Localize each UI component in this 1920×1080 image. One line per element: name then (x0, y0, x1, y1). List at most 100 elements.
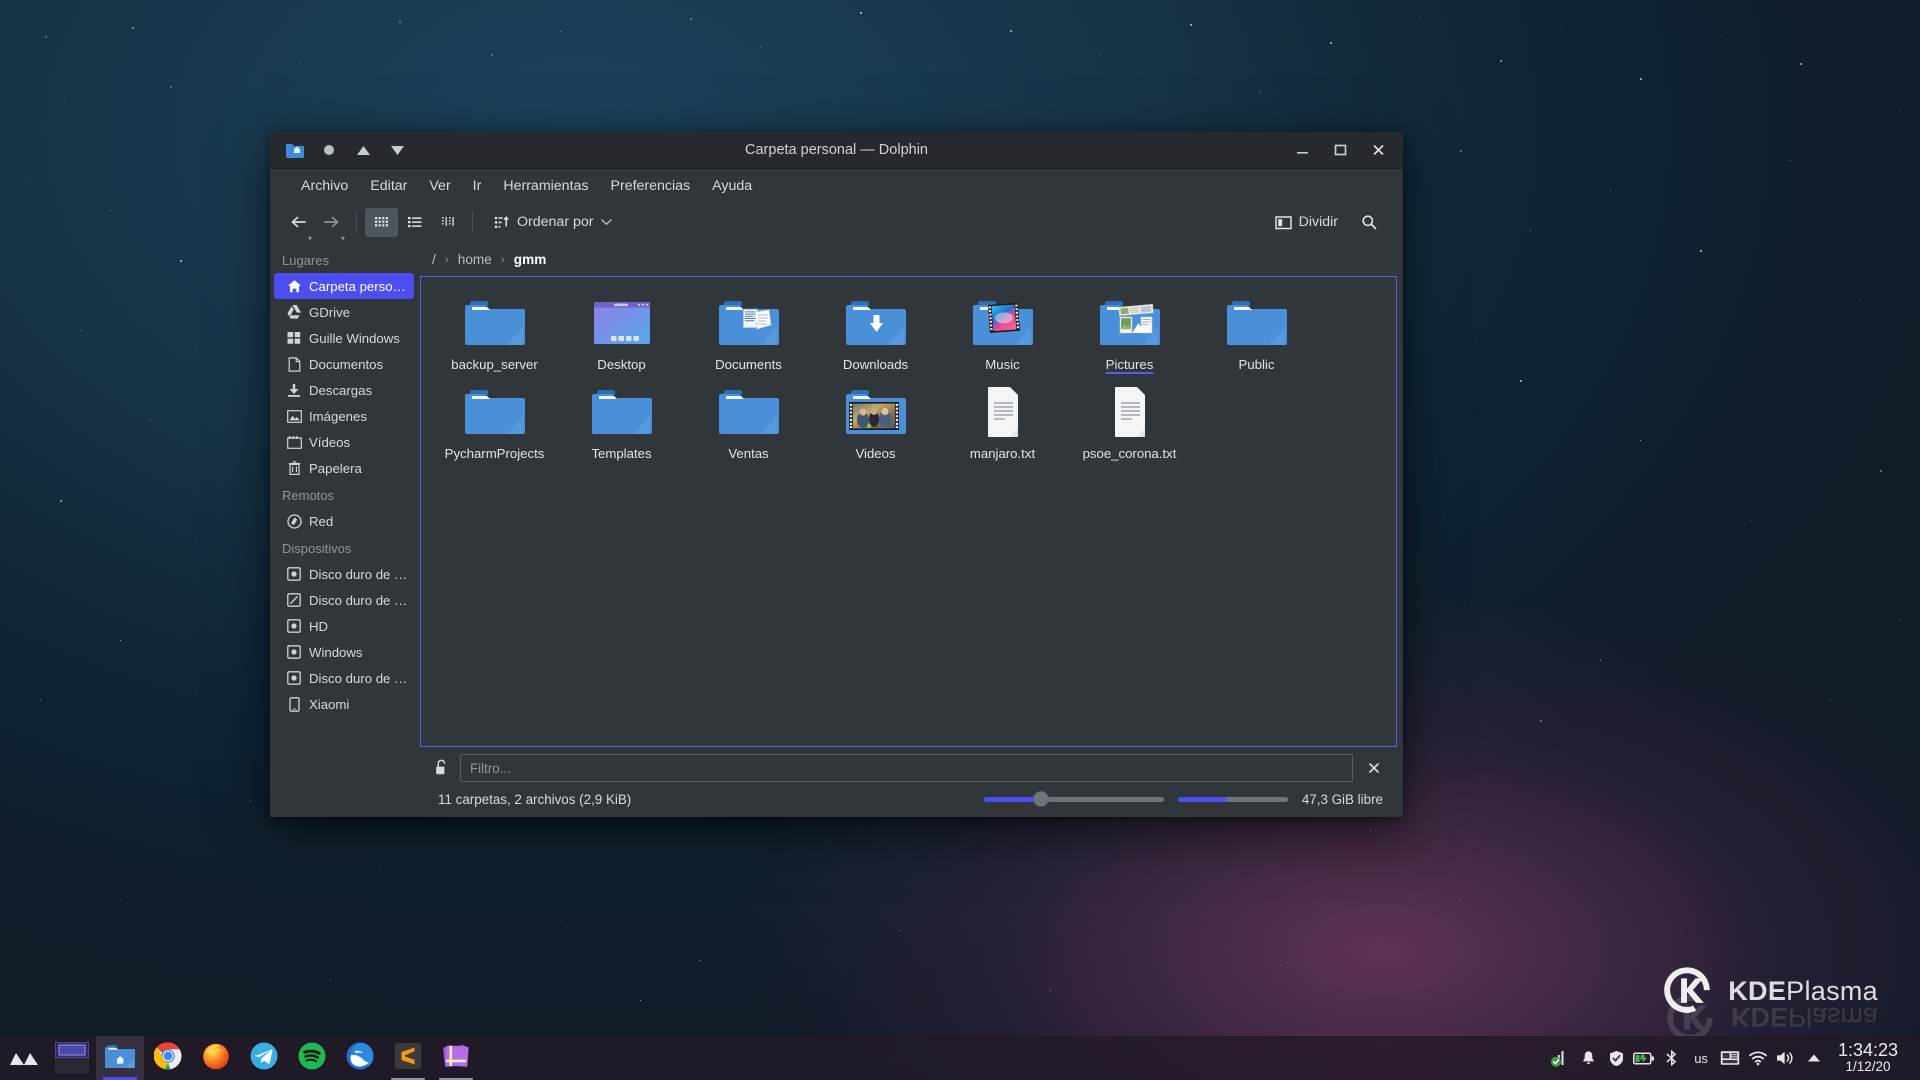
network-manager-icon[interactable] (1546, 1036, 1574, 1080)
breadcrumb-root[interactable]: / (426, 250, 442, 269)
file-item[interactable]: Public (1193, 289, 1320, 378)
sidebar-item-disco-800[interactable]: Disco duro de 800,0 MiB (274, 665, 414, 691)
file-item[interactable]: Documents (685, 289, 812, 378)
taskbar-item-telegram[interactable] (240, 1036, 288, 1080)
file-item[interactable]: Pictures (1066, 289, 1193, 378)
file-item[interactable]: psoe_corona.txt (1066, 378, 1193, 467)
sidebar-item-red[interactable]: Red (274, 508, 414, 534)
taskbar-item-dolphin[interactable] (96, 1036, 144, 1080)
system-tray[interactable]: us 1:34:23 1/12/20 (1546, 1036, 1920, 1080)
menu-archivo[interactable]: Archivo (290, 173, 359, 199)
taskbar-item-thunderbird[interactable] (336, 1036, 384, 1080)
sidebar-item-carpeta-personal[interactable]: Carpeta personal (274, 273, 414, 299)
menu-editar[interactable]: Editar (359, 173, 418, 199)
keyboard-layout[interactable]: us (1686, 1051, 1716, 1066)
menu-ayuda[interactable]: Ayuda (701, 173, 763, 199)
sidebar-item-guille-windows[interactable]: Guille Windows (274, 325, 414, 351)
shield-icon[interactable] (1602, 1036, 1630, 1080)
forward-arrow-icon[interactable]: ▾ (315, 208, 348, 237)
task-manager[interactable] (96, 1036, 480, 1080)
menu-herramientas[interactable]: Herramientas (492, 173, 599, 199)
circle-icon[interactable] (312, 135, 346, 165)
triangle-up-icon[interactable] (346, 135, 380, 165)
menubar[interactable]: Archivo Editar Ver Ir Herramientas Prefe… (270, 169, 1403, 202)
clock[interactable]: 1:34:23 1/12/20 (1828, 1041, 1910, 1075)
file-label[interactable]: psoe_corona.txt (1083, 446, 1177, 463)
forward-dropdown-caret[interactable]: ▾ (341, 234, 345, 243)
icons-view-icon[interactable] (365, 208, 398, 237)
zoom-slider-handle[interactable] (1033, 791, 1049, 807)
search-icon[interactable] (1352, 208, 1385, 237)
notifications-bell-icon[interactable] (1574, 1036, 1602, 1080)
taskbar[interactable]: us 1:34:23 1/12/20 (0, 1036, 1920, 1080)
sidebar-item-gdrive[interactable]: GDrive (274, 299, 414, 325)
free-space-bar[interactable] (1178, 790, 1288, 808)
file-item[interactable]: PycharmProjects (431, 378, 558, 467)
file-label[interactable]: Music (985, 357, 1019, 374)
zoom-slider[interactable] (984, 790, 1164, 808)
file-item[interactable]: manjaro.txt (939, 378, 1066, 467)
breadcrumb-current[interactable]: gmm (508, 250, 552, 269)
split-view-button[interactable]: Dividir (1275, 214, 1338, 230)
file-item[interactable]: Music (939, 289, 1066, 378)
menu-ir[interactable]: Ir (462, 173, 493, 199)
sidebar-item-disco-94[interactable]: Disco duro de 94,0 GiB (274, 587, 414, 613)
maximize-button[interactable] (1321, 133, 1359, 167)
sidebar-item-descargas[interactable]: Descargas (274, 377, 414, 403)
unlocked-icon[interactable] (434, 759, 450, 777)
file-item[interactable]: Videos (812, 378, 939, 467)
file-label[interactable]: Public (1239, 357, 1275, 374)
file-item[interactable]: Desktop (558, 289, 685, 378)
sidebar-item-hd[interactable]: HD (274, 613, 414, 639)
places-sidebar[interactable]: Lugares Carpeta personal GDrive Guille W… (270, 242, 418, 817)
close-icon[interactable] (1363, 757, 1385, 779)
details-view-icon[interactable] (431, 208, 464, 237)
breadcrumb-home[interactable]: home (452, 250, 498, 269)
bluetooth-icon[interactable] (1658, 1036, 1686, 1080)
back-dropdown-caret[interactable]: ▾ (308, 234, 312, 243)
file-view[interactable]: backup_server Desktop Documents Download… (420, 276, 1397, 747)
back-arrow-icon[interactable]: ▾ (282, 208, 315, 237)
file-label[interactable]: manjaro.txt (970, 446, 1035, 463)
window-titlebar[interactable]: Carpeta personal — Dolphin (270, 132, 1403, 169)
file-label[interactable]: backup_server (451, 357, 538, 374)
toolbar[interactable]: ▾ ▾ Ordenar por Dividir (270, 202, 1403, 242)
sidebar-item-xiaomi[interactable]: Xiaomi (274, 691, 414, 717)
file-item[interactable]: backup_server (431, 289, 558, 378)
triangle-down-icon[interactable] (380, 135, 414, 165)
file-item[interactable]: Downloads (812, 289, 939, 378)
menu-ver[interactable]: Ver (418, 173, 461, 199)
battery-icon[interactable] (1630, 1036, 1658, 1080)
show-hidden-icon[interactable] (1800, 1036, 1828, 1080)
taskbar-item-firefox[interactable] (192, 1036, 240, 1080)
sidebar-item-disco-62[interactable]: Disco duro de 62,5 GiB (274, 561, 414, 587)
breadcrumb[interactable]: / › home › gmm (418, 242, 1397, 276)
close-button[interactable] (1359, 133, 1397, 167)
file-item[interactable]: Templates (558, 378, 685, 467)
volume-icon[interactable] (1772, 1036, 1800, 1080)
taskbar-item-sublime-text[interactable] (384, 1036, 432, 1080)
file-label[interactable]: Videos (855, 446, 895, 463)
sort-by-button[interactable]: Ordenar por (488, 210, 618, 234)
taskbar-item-screenshot-tool[interactable] (432, 1036, 480, 1080)
file-label[interactable]: Downloads (843, 357, 908, 374)
filter-input[interactable] (460, 754, 1353, 782)
file-label[interactable]: PycharmProjects (445, 446, 545, 463)
file-label[interactable]: Ventas (728, 446, 768, 463)
dolphin-window[interactable]: Carpeta personal — Dolphin Archivo Edita… (270, 132, 1403, 817)
sidebar-item-imagenes[interactable]: Imágenes (274, 403, 414, 429)
file-item[interactable]: Ventas (685, 378, 812, 467)
minimize-button[interactable] (1283, 133, 1321, 167)
wifi-icon[interactable] (1744, 1036, 1772, 1080)
file-label[interactable]: Pictures (1106, 357, 1154, 374)
home-folder-icon[interactable] (278, 135, 312, 165)
list-view-icon[interactable] (398, 208, 431, 237)
pager-icon[interactable] (48, 1036, 96, 1080)
sidebar-item-documentos[interactable]: Documentos (274, 351, 414, 377)
file-label[interactable]: Desktop (597, 357, 645, 374)
taskbar-item-spotify[interactable] (288, 1036, 336, 1080)
manjaro-menu-icon[interactable] (0, 1036, 48, 1080)
touchpad-icon[interactable] (1716, 1036, 1744, 1080)
sidebar-item-papelera[interactable]: Papelera (274, 455, 414, 481)
sidebar-item-videos[interactable]: Vídeos (274, 429, 414, 455)
